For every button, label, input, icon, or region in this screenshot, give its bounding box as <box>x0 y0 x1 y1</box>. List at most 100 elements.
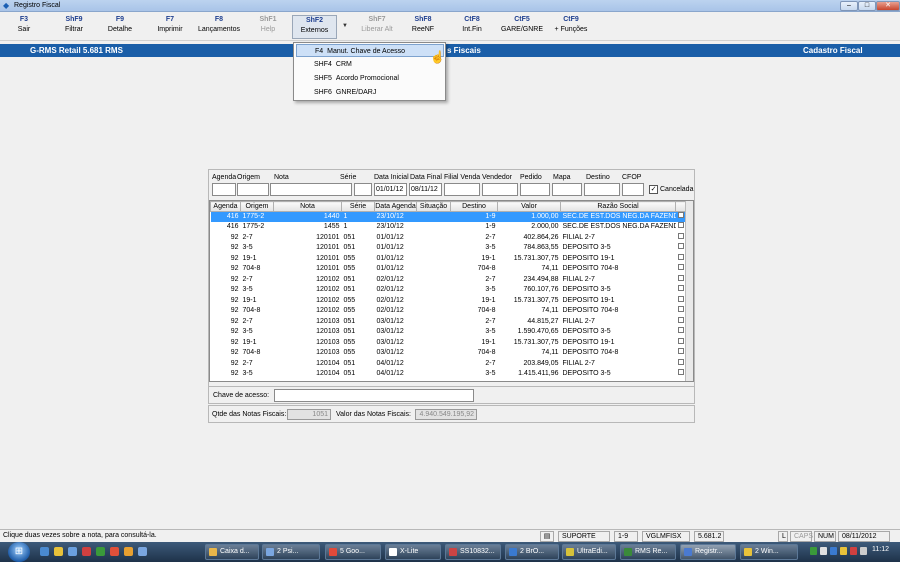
taskbar-item[interactable]: X-Lite <box>385 544 441 560</box>
row-checkbox[interactable] <box>677 358 684 365</box>
table-row[interactable]: 92 704-8 120101 055 01/01/12 704-8 74,11 DEPOSI… <box>211 264 688 275</box>
row-checkbox[interactable] <box>677 253 684 260</box>
serie-input[interactable] <box>354 183 372 196</box>
table-row[interactable]: 92 3-5 120103 051 03/01/12 3-5 1.590.470,65 DEP… <box>211 327 688 338</box>
column-header[interactable]: Situação <box>416 201 451 212</box>
table-row[interactable]: 92 3-5 120101 051 01/01/12 3-5 784.863,55 DEPOS… <box>211 243 688 254</box>
tray-icon[interactable] <box>810 547 817 555</box>
row-checkbox[interactable] <box>677 327 684 334</box>
taskbar-item[interactable]: 2 Win... <box>740 544 798 560</box>
menu-item-crm[interactable]: SHF4 CRM <box>296 58 444 71</box>
row-checkbox[interactable] <box>677 232 684 239</box>
tray-icon[interactable] <box>850 547 857 555</box>
table-row[interactable]: 92 3-5 120104 051 04/01/12 3-5 1.415.411,96 DEP… <box>211 369 688 380</box>
grid-scrollbar[interactable] <box>685 201 693 381</box>
toolbar-button--fun-es[interactable]: CtF9 + Funções <box>549 15 593 39</box>
ie-icon[interactable] <box>68 547 77 556</box>
row-checkbox[interactable] <box>677 369 684 376</box>
windows-start-icon[interactable]: ⊞ <box>8 542 30 562</box>
taskbar-item[interactable]: 2 BrO... <box>505 544 559 560</box>
taskbar-item[interactable]: Registr... <box>680 544 736 560</box>
tray-icon[interactable] <box>840 547 847 555</box>
row-checkbox[interactable] <box>677 337 684 344</box>
desktop-icon[interactable] <box>40 547 49 556</box>
toolbar-button-help[interactable]: ShF1 Help <box>252 15 284 39</box>
cfop-input[interactable] <box>622 183 644 196</box>
toolbar-button-int-fin[interactable]: CtF8 Int.Fin <box>450 15 494 39</box>
taskbar-item[interactable]: SS10832... <box>445 544 501 560</box>
chave-input[interactable] <box>274 389 474 402</box>
column-header[interactable]: Razão Social <box>560 201 676 212</box>
column-header[interactable]: Valor <box>497 201 561 212</box>
row-checkbox[interactable] <box>677 264 684 271</box>
table-row[interactable]: 92 2-7 120101 051 01/01/12 2-7 402.864,26 FILIA… <box>211 232 688 244</box>
toolbar-button-lan-amentos[interactable]: F8 Lançamentos <box>190 15 248 39</box>
menu-item-gnre-darj[interactable]: SHF6 GNRE/DARJ <box>296 86 444 99</box>
excel-icon[interactable] <box>96 547 105 556</box>
row-checkbox[interactable] <box>677 348 684 355</box>
menu-item-manut-chave-de-acesso[interactable]: F4 Manut. Chave de Acesso <box>296 44 444 57</box>
row-checkbox[interactable] <box>677 222 684 229</box>
column-header[interactable]: Destino <box>450 201 498 212</box>
column-header[interactable]: Nota <box>273 201 342 212</box>
vendedor-input[interactable] <box>482 183 518 196</box>
row-checkbox[interactable] <box>677 243 684 250</box>
table-row[interactable]: 92 2-7 120104 051 04/01/12 2-7 203.849,05 FILIA… <box>211 358 688 370</box>
column-header[interactable]: Origem <box>240 201 274 212</box>
toolbar-button-sair[interactable]: F3 Sair <box>4 15 44 39</box>
nota-input[interactable] <box>270 183 352 196</box>
minimize-button[interactable]: – <box>840 1 858 11</box>
toolbar-button-liberar-alt[interactable]: ShF7 Liberar Alt <box>355 15 399 39</box>
toolbar-button-externos[interactable]: ShF2 Externos <box>292 15 337 39</box>
app-shortcut-icon[interactable] <box>138 547 147 556</box>
table-row[interactable]: 416 1775-2 1440 1 23/10/12 1-9 1.000,00 SEC.DE … <box>210 211 688 222</box>
toolbar-button-filtrar[interactable]: ShF9 Filtrar <box>54 15 94 39</box>
destino-input[interactable] <box>584 183 620 196</box>
table-row[interactable]: 92 2-7 120102 051 02/01/12 2-7 234.494,88 FILIA… <box>211 274 688 286</box>
column-header[interactable]: Agenda <box>210 201 241 212</box>
close-button[interactable]: ✕ <box>876 1 900 11</box>
taskbar-item[interactable]: Caixa d... <box>205 544 259 560</box>
volume-icon[interactable] <box>860 547 867 555</box>
taskbar-item[interactable]: 5 Goo... <box>325 544 381 560</box>
toolbar-button-imprimir[interactable]: F7 Imprimir <box>148 15 192 39</box>
table-row[interactable]: 92 2-7 120103 051 03/01/12 2-7 44.815,27 FILIAL… <box>211 316 688 328</box>
column-header[interactable]: Data Agenda <box>374 201 417 212</box>
data-inicial-input[interactable]: 01/01/12 <box>374 183 407 196</box>
pedido-input[interactable] <box>520 183 550 196</box>
table-row[interactable]: 416 1775-2 1455 1 23/10/12 1-9 2.000,00 SEC.DE … <box>211 222 688 233</box>
row-checkbox[interactable] <box>677 295 684 302</box>
tray-icon[interactable] <box>830 547 837 555</box>
taskbar-item[interactable]: UltraEdi... <box>562 544 616 560</box>
data-final-input[interactable]: 08/11/12 <box>409 183 442 196</box>
filial-venda-input[interactable] <box>444 183 480 196</box>
row-checkbox[interactable] <box>677 306 684 313</box>
column-header[interactable]: Série <box>341 201 375 212</box>
cancelada-checkbox[interactable]: ✓ <box>649 185 658 194</box>
row-checkbox[interactable] <box>677 316 684 323</box>
origem-input[interactable] <box>237 183 269 196</box>
taskbar-item[interactable]: RMS Re... <box>620 544 676 560</box>
chevron-down-icon[interactable]: ▼ <box>340 15 350 39</box>
table-row[interactable]: 92 3-5 120102 051 02/01/12 3-5 760.107,76 DEPOS… <box>211 285 688 296</box>
maximize-button[interactable]: □ <box>858 1 876 11</box>
menu-item-acordo-promocional[interactable]: SHF5 Acordo Promocional <box>296 72 444 85</box>
table-row[interactable]: 92 704-8 120102 055 02/01/12 704-8 74,11 DEPOSI… <box>211 306 688 317</box>
firefox-icon[interactable] <box>124 547 133 556</box>
table-row[interactable]: 92 704-8 120103 055 03/01/12 704-8 74,11 DEPOSI… <box>211 348 688 359</box>
toolbar-button-detalhe[interactable]: F9 Detalhe <box>98 15 142 39</box>
agenda-input[interactable] <box>212 183 236 196</box>
table-row[interactable]: 92 19-1 120103 055 03/01/12 19-1 15.731.307,75… <box>211 337 688 349</box>
taskbar-item[interactable]: 2 Psi... <box>262 544 320 560</box>
mapa-input[interactable] <box>552 183 582 196</box>
row-checkbox[interactable] <box>677 274 684 281</box>
tray-icon[interactable] <box>820 547 827 555</box>
row-checkbox[interactable] <box>677 285 684 292</box>
row-checkbox[interactable] <box>677 212 684 218</box>
table-row[interactable]: 92 19-1 120101 055 01/01/12 19-1 15.731.307,75… <box>211 253 688 265</box>
pdf-icon[interactable] <box>82 547 91 556</box>
toolbar-button-reenf[interactable]: ShF8 ReeNF <box>403 15 443 39</box>
chrome-icon[interactable] <box>110 547 119 556</box>
taskbar-clock[interactable]: 11:12 <box>872 546 889 553</box>
outlook-icon[interactable] <box>54 547 63 556</box>
